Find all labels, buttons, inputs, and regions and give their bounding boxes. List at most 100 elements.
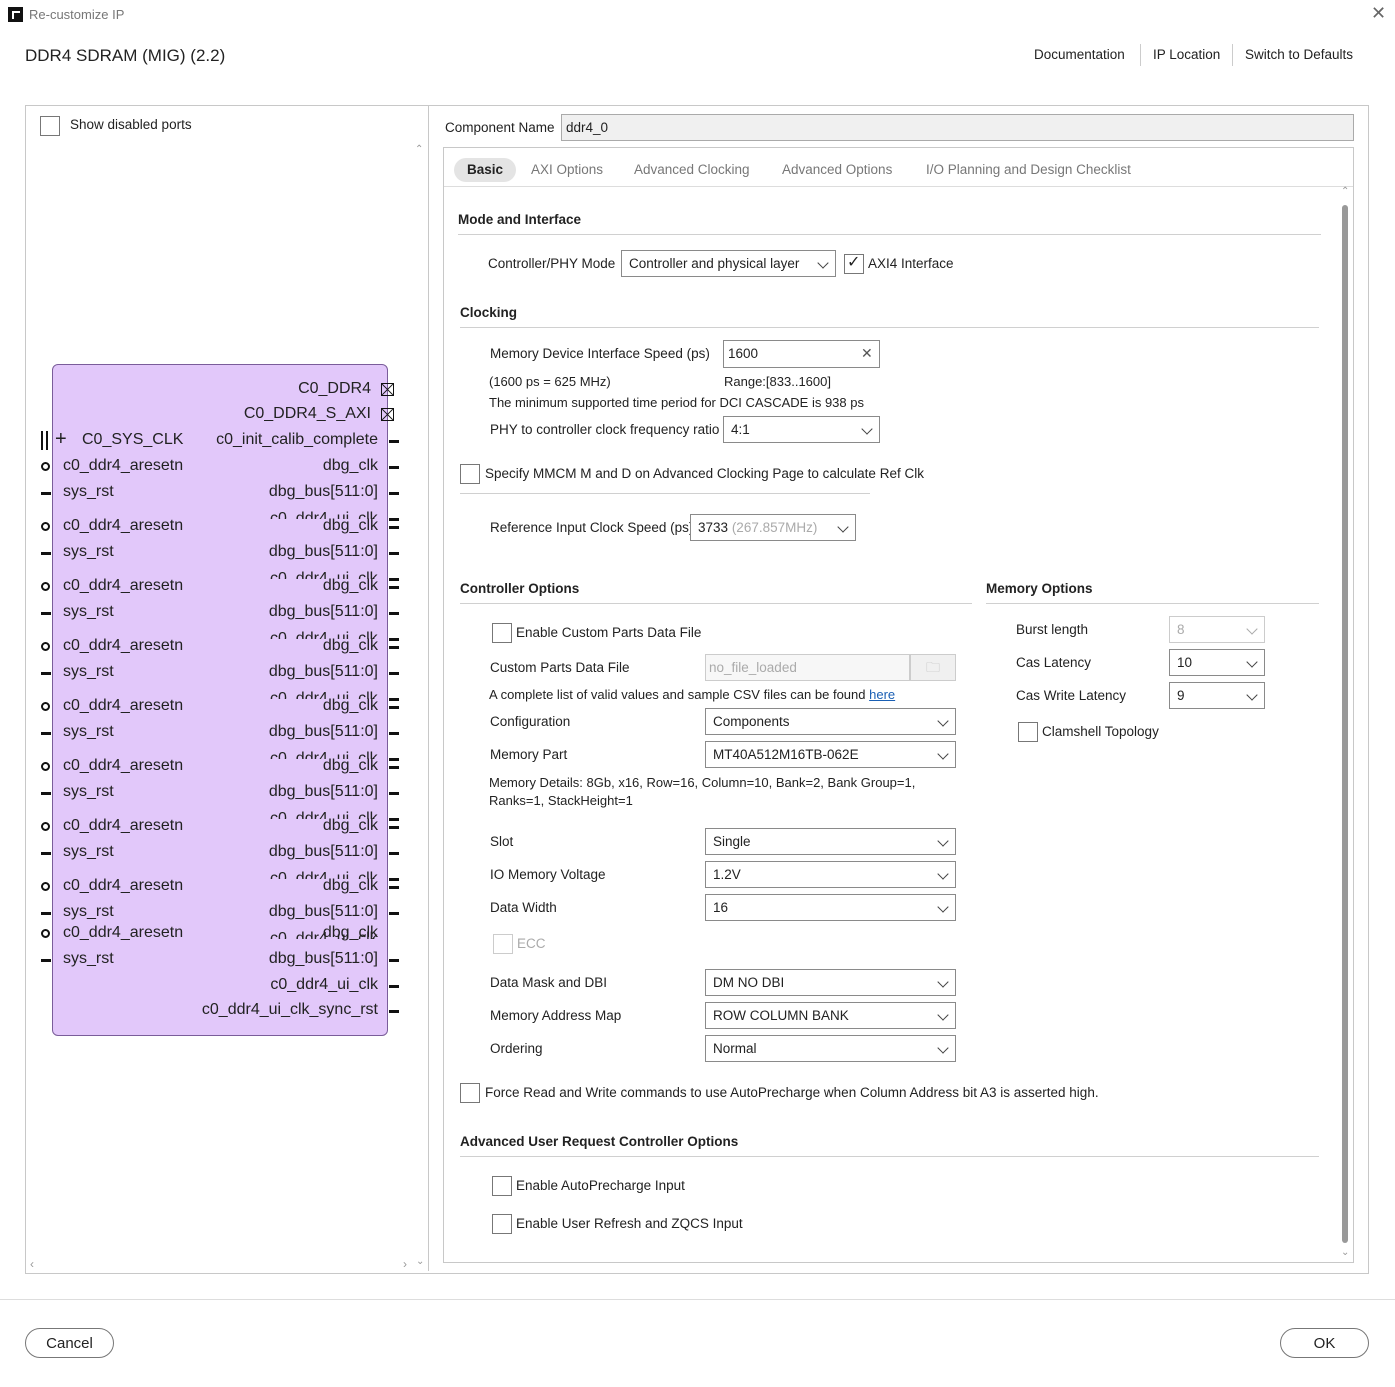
active-low-icon xyxy=(41,582,50,591)
port-stub xyxy=(389,878,399,881)
port-dbg-bus: dbg_bus[511:0] xyxy=(268,483,378,500)
divider xyxy=(460,493,870,494)
chevron-down-icon xyxy=(937,748,949,760)
cas-write-latency-select[interactable]: 9 xyxy=(1169,682,1265,709)
custom-parts-checkbox[interactable] xyxy=(492,623,512,643)
force-autoprecharge-checkbox[interactable] xyxy=(460,1083,480,1103)
port-stub xyxy=(389,758,399,761)
port-ui-clk-sync-rst: c0_ddr4_ui_clk_sync_rst xyxy=(201,1001,378,1018)
data-mask-select[interactable]: DM NO DBI xyxy=(705,969,956,996)
clock-ratio-select[interactable]: 4:1 xyxy=(723,416,880,443)
data-width-label: Data Width xyxy=(490,900,557,915)
chevron-down-icon xyxy=(837,521,849,533)
enable-autoprecharge-label: Enable AutoPrecharge Input xyxy=(516,1178,685,1193)
custom-parts-cb-label: Enable Custom Parts Data File xyxy=(516,625,702,640)
memory-details-line1: Memory Details: 8Gb, x16, Row=16, Column… xyxy=(489,775,916,790)
tab-io-planning[interactable]: I/O Planning and Design Checklist xyxy=(913,158,1144,182)
tab-advanced-options[interactable]: Advanced Options xyxy=(769,158,905,182)
axi4-interface-checkbox[interactable] xyxy=(844,252,864,274)
expand-icon: + xyxy=(55,428,67,450)
scroll-down-icon[interactable]: ⌄ xyxy=(416,1256,424,1267)
port-stub xyxy=(389,826,399,829)
show-disabled-ports-checkbox[interactable] xyxy=(40,116,60,136)
port-stub xyxy=(389,732,399,735)
speed-note: (1600 ps = 625 MHz) xyxy=(489,374,611,389)
port-aresetn: c0_ddr4_aresetn xyxy=(63,877,184,894)
divider xyxy=(1232,44,1233,66)
ip-location-link[interactable]: IP Location xyxy=(1153,47,1220,62)
ok-button[interactable]: OK xyxy=(1280,1328,1369,1358)
port-sys-clk: C0_SYS_CLK xyxy=(82,431,184,448)
port-x-icon xyxy=(381,383,394,396)
clear-icon[interactable]: ✕ xyxy=(861,345,873,362)
port-ui-clk: c0_ddr4_ui_clk xyxy=(270,976,378,993)
chevron-down-icon xyxy=(817,257,829,269)
port-dbg-bus: dbg_bus[511:0] xyxy=(268,903,378,920)
data-width-select[interactable]: 16 xyxy=(705,894,956,921)
port-sys-rst: sys_rst xyxy=(63,663,114,680)
active-low-icon xyxy=(41,762,50,771)
chevron-down-icon xyxy=(1246,656,1258,668)
divider xyxy=(0,1299,1395,1300)
phy-mode-select[interactable]: Controller and physical layer xyxy=(621,250,836,277)
chevron-down-icon xyxy=(937,901,949,913)
here-link[interactable]: here xyxy=(869,687,895,702)
cas-latency-select[interactable]: 10 xyxy=(1169,649,1265,676)
address-map-select[interactable]: ROW COLUMN BANK xyxy=(705,1002,956,1029)
scroll-left-icon[interactable]: ‹ xyxy=(30,1257,34,1271)
scroll-right-icon[interactable]: › xyxy=(403,1257,407,1271)
mmcm-checkbox[interactable] xyxy=(460,464,480,484)
port-dbg-clk: dbg_clk xyxy=(322,637,378,654)
port-stub xyxy=(41,672,51,675)
show-disabled-ports-label: Show disabled ports xyxy=(70,117,192,132)
active-low-icon xyxy=(41,702,50,711)
port-dbg-clk: dbg_clk xyxy=(322,577,378,594)
configuration-select[interactable]: Components xyxy=(705,708,956,735)
tab-advanced-clocking[interactable]: Advanced Clocking xyxy=(621,158,763,182)
ecc-checkbox[interactable] xyxy=(493,934,513,954)
enable-refresh-label: Enable User Refresh and ZQCS Input xyxy=(516,1216,743,1231)
port-stub xyxy=(389,552,399,555)
port-stub xyxy=(389,698,399,701)
enable-refresh-checkbox[interactable] xyxy=(492,1214,512,1234)
port-stub xyxy=(389,912,399,915)
address-map-label: Memory Address Map xyxy=(490,1008,622,1023)
scroll-down-icon[interactable]: ⌄ xyxy=(1341,1247,1349,1258)
ecc-label: ECC xyxy=(517,936,546,951)
tab-axi-options[interactable]: AXI Options xyxy=(518,158,616,182)
interface-speed-input[interactable]: 1600 xyxy=(723,340,880,368)
slot-label: Slot xyxy=(490,834,514,849)
port-stub xyxy=(41,792,51,795)
port-sys-rst: sys_rst xyxy=(63,603,114,620)
chevron-down-icon xyxy=(937,976,949,988)
vertical-scrollbar[interactable] xyxy=(1342,205,1348,1243)
folder-icon[interactable]: 🗀 xyxy=(910,654,956,681)
port-init-calib-complete: c0_init_calib_complete xyxy=(216,431,378,448)
port-c0-ddr4-s-axi: C0_DDR4_S_AXI xyxy=(243,405,371,422)
mmcm-label: Specify MMCM M and D on Advanced Clockin… xyxy=(485,466,924,481)
port-aresetn: c0_ddr4_aresetn xyxy=(63,817,184,834)
enable-autoprecharge-checkbox[interactable] xyxy=(492,1176,512,1196)
cancel-button[interactable]: Cancel xyxy=(25,1328,114,1358)
port-stub xyxy=(389,766,399,769)
scroll-up-icon[interactable]: ⌃ xyxy=(1341,186,1349,197)
clamshell-checkbox[interactable] xyxy=(1018,722,1038,742)
component-name-input[interactable]: ddr4_0 xyxy=(561,114,1354,141)
divider xyxy=(460,327,1319,328)
slot-select[interactable]: Single xyxy=(705,828,956,855)
scroll-up-icon[interactable]: ⌃ xyxy=(415,144,423,155)
memory-part-select[interactable]: MT40A512M16TB-062E xyxy=(705,741,956,768)
switch-to-defaults-link[interactable]: Switch to Defaults xyxy=(1245,47,1353,62)
memory-section-title: Memory Options xyxy=(986,581,1093,596)
tab-basic[interactable]: Basic xyxy=(454,158,517,182)
advanced-user-section-title: Advanced User Request Controller Options xyxy=(460,1134,739,1149)
ref-clock-select[interactable]: 3733 (267.857MHz) xyxy=(690,514,856,541)
port-c0-ddr4: C0_DDR4 xyxy=(298,380,371,397)
ordering-select[interactable]: Normal xyxy=(705,1035,956,1062)
port-aresetn: c0_ddr4_aresetn xyxy=(63,637,184,654)
burst-length-select[interactable]: 8 xyxy=(1169,616,1265,643)
io-voltage-select[interactable]: 1.2V xyxy=(705,861,956,888)
custom-parts-input[interactable]: no_file_loaded xyxy=(705,654,910,681)
documentation-link[interactable]: Documentation xyxy=(1034,47,1125,62)
close-icon[interactable]: ✕ xyxy=(1371,3,1386,24)
